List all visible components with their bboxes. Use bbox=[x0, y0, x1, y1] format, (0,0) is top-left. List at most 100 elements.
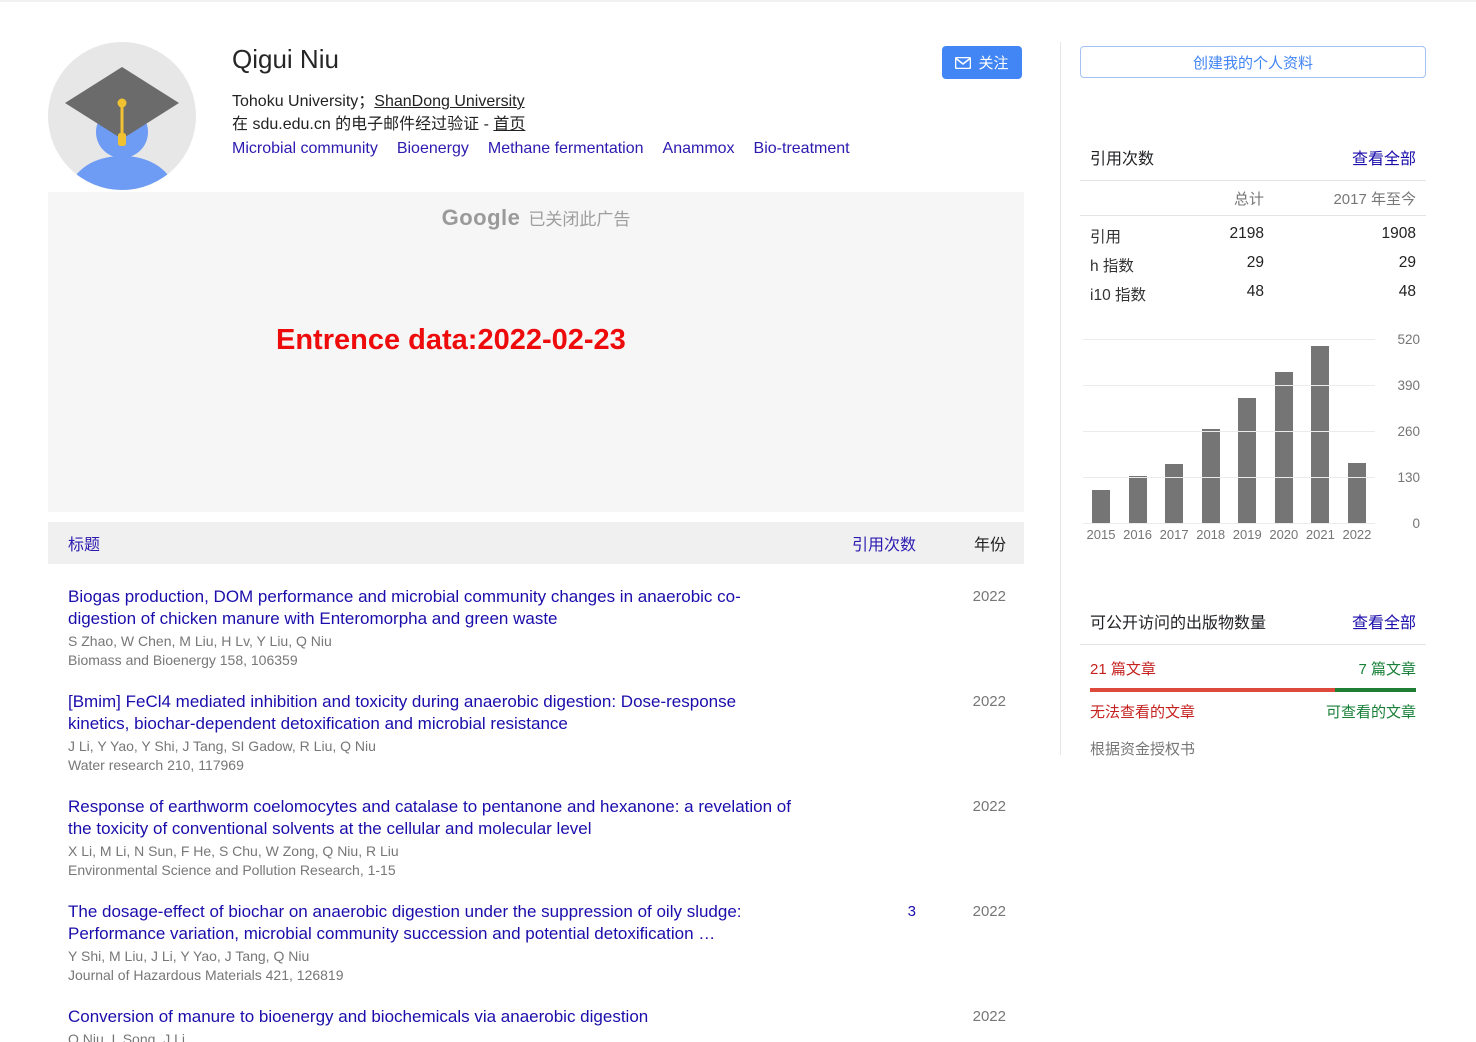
metric-label: h 指数 bbox=[1090, 254, 1174, 276]
cited-by-row-i10-index: i10 指数 48 48 bbox=[1090, 280, 1416, 309]
publication-row: Response of earthworm coelomocytes and c… bbox=[48, 796, 1024, 879]
google-logo: Google bbox=[442, 205, 521, 230]
chart-bar-2019[interactable] bbox=[1238, 398, 1256, 524]
publication-citations-link[interactable]: 3 bbox=[816, 901, 916, 920]
publication-year: 2022 bbox=[916, 1006, 1024, 1025]
publication-year: 2022 bbox=[916, 901, 1024, 920]
sort-by-citations-header[interactable]: 引用次数 bbox=[816, 531, 916, 555]
affiliation-text: Tohoku University； bbox=[232, 93, 374, 110]
chart-bar-2017[interactable] bbox=[1165, 464, 1183, 524]
chart-x-tick-label: 2015 bbox=[1083, 527, 1119, 542]
entrance-date-overlay: Entrence data:2022-02-23 bbox=[276, 324, 626, 357]
cited-by-view-all-link[interactable]: 查看全部 bbox=[1352, 145, 1416, 169]
chart-x-tick-label: 2019 bbox=[1229, 527, 1265, 542]
publications-table-header: 标题 引用次数 年份 bbox=[48, 522, 1024, 564]
publication-venue: Water research 210, 117969 bbox=[68, 757, 796, 775]
public-access-progress-bar bbox=[1090, 688, 1416, 692]
vertical-divider bbox=[1060, 42, 1061, 755]
interest-link-bioenergy[interactable]: Bioenergy bbox=[397, 140, 469, 158]
publication-citations-link[interactable] bbox=[816, 1006, 916, 1008]
chart-gridline bbox=[1083, 385, 1375, 386]
publication-title-link[interactable]: Response of earthworm coelomocytes and c… bbox=[68, 797, 791, 838]
publication-title-link[interactable]: Conversion of manure to bioenergy and bi… bbox=[68, 1007, 648, 1026]
publication-authors: Y Shi, M Liu, J Li, Y Yao, J Tang, Q Niu bbox=[68, 948, 796, 966]
metric-total: 29 bbox=[1174, 254, 1264, 276]
available-articles-count-link[interactable]: 7 篇文章 bbox=[1358, 658, 1416, 679]
publication-authors: Q Niu, L Song, J Li bbox=[68, 1031, 796, 1042]
interest-link-microbial-community[interactable]: Microbial community bbox=[232, 140, 378, 158]
follow-button[interactable]: 关注 bbox=[942, 46, 1022, 79]
ad-header: Google 已关闭此广告 bbox=[48, 205, 1024, 231]
envelope-icon bbox=[955, 57, 971, 69]
publication-year: 2022 bbox=[916, 691, 1024, 710]
avatar[interactable] bbox=[48, 42, 196, 190]
publication-citations-link[interactable] bbox=[816, 796, 916, 798]
metric-label: 引用 bbox=[1090, 225, 1174, 247]
chart-bar-2016[interactable] bbox=[1129, 476, 1147, 524]
publication-venue: Biomass and Bioenergy 158, 106359 bbox=[68, 652, 796, 670]
publication-authors: S Zhao, W Chen, M Liu, H Lv, Y Liu, Q Ni… bbox=[68, 633, 796, 651]
publication-row: [Bmim] FeCl4 mediated inhibition and tox… bbox=[48, 691, 1024, 774]
chart-y-axis-labels: 0130260390520 bbox=[1384, 340, 1420, 524]
cited-by-title[interactable]: 引用次数 bbox=[1090, 145, 1154, 169]
graduate-avatar-icon bbox=[48, 42, 196, 190]
publication-year: 2022 bbox=[916, 586, 1024, 605]
publication-title-link[interactable]: Biogas production, DOM performance and m… bbox=[68, 587, 741, 628]
publication-venue: Environmental Science and Pollution Rese… bbox=[68, 862, 796, 880]
chart-bar-2022[interactable] bbox=[1348, 463, 1366, 524]
publication-title-link[interactable]: The dosage-effect of biochar on anaerobi… bbox=[68, 902, 742, 943]
public-access-view-all-link[interactable]: 查看全部 bbox=[1352, 609, 1416, 633]
sort-by-title-header[interactable]: 标题 bbox=[48, 531, 816, 555]
sort-by-year-header[interactable]: 年份 bbox=[916, 531, 1024, 555]
metric-total: 2198 bbox=[1174, 225, 1264, 247]
publication-year: 2022 bbox=[916, 796, 1024, 815]
chart-y-tick-label: 130 bbox=[1397, 469, 1420, 487]
metric-label: i10 指数 bbox=[1090, 283, 1174, 305]
metric-total: 48 bbox=[1174, 283, 1264, 305]
chart-y-tick-label: 260 bbox=[1397, 423, 1420, 441]
public-access-title: 可公开访问的出版物数量 bbox=[1090, 609, 1266, 633]
ad-placeholder: Google 已关闭此广告 Entrence data:2022-02-23 bbox=[48, 192, 1024, 512]
chart-y-tick-label: 520 bbox=[1397, 331, 1420, 349]
interests-row: Microbial community Bioenergy Methane fe… bbox=[232, 140, 850, 158]
interest-link-bio-treatment[interactable]: Bio-treatment bbox=[754, 140, 850, 158]
chart-bar-2021[interactable] bbox=[1311, 346, 1329, 524]
verified-email-line: 在 sdu.edu.cn 的电子邮件经过验证 - 首页 bbox=[232, 110, 525, 134]
cited-by-row-h-index: h 指数 29 29 bbox=[1090, 251, 1416, 280]
chart-y-tick-label: 390 bbox=[1397, 377, 1420, 395]
chart-bar-2015[interactable] bbox=[1092, 490, 1110, 524]
publication-citations-link[interactable] bbox=[816, 691, 916, 693]
homepage-link[interactable]: 首页 bbox=[493, 116, 525, 133]
publication-row: The dosage-effect of biochar on anaerobi… bbox=[48, 901, 1024, 984]
publications-list: Biogas production, DOM performance and m… bbox=[48, 564, 1024, 1042]
citations-chart-plot bbox=[1083, 340, 1375, 524]
public-access-bar-unavailable bbox=[1090, 688, 1335, 692]
chart-x-tick-label: 2018 bbox=[1193, 527, 1229, 542]
affiliation-line: Tohoku University；ShanDong University bbox=[232, 87, 525, 111]
publication-venue: Journal of Hazardous Materials 421, 1268… bbox=[68, 967, 796, 985]
cited-by-widget: 引用次数 查看全部 总计 2017 年至今 引用 2198 1908 h 指数 … bbox=[1080, 135, 1426, 309]
affiliation-link[interactable]: ShanDong University bbox=[374, 93, 524, 110]
chart-y-tick-label: 0 bbox=[1412, 515, 1420, 533]
verified-email-text: 在 sdu.edu.cn 的电子邮件经过验证 - bbox=[232, 116, 493, 133]
publication-title-link[interactable]: [Bmim] FeCl4 mediated inhibition and tox… bbox=[68, 692, 736, 733]
chart-bar-2020[interactable] bbox=[1275, 372, 1293, 524]
page-title: Qigui Niu bbox=[232, 44, 339, 75]
public-access-widget: 可公开访问的出版物数量 查看全部 21 篇文章 7 篇文章 无法查看的文章 可查… bbox=[1080, 599, 1426, 759]
ad-closed-text: 已关闭此广告 bbox=[528, 210, 630, 229]
interest-link-anammox[interactable]: Anammox bbox=[663, 140, 735, 158]
public-access-bar-available bbox=[1335, 688, 1417, 692]
chart-x-tick-label: 2017 bbox=[1156, 527, 1192, 542]
chart-x-tick-label: 2020 bbox=[1266, 527, 1302, 542]
available-articles-label: 可查看的文章 bbox=[1326, 701, 1416, 722]
publication-row: Biogas production, DOM performance and m… bbox=[48, 586, 1024, 669]
unavailable-articles-count-link[interactable]: 21 篇文章 bbox=[1090, 658, 1156, 679]
metric-since: 48 bbox=[1264, 283, 1416, 305]
publication-authors: J Li, Y Yao, Y Shi, J Tang, SI Gadow, R … bbox=[68, 738, 796, 756]
cited-by-column-headers: 总计 2017 年至今 bbox=[1080, 181, 1426, 215]
citations-chart: 20152016201720182019202020212022 0130260… bbox=[1083, 340, 1423, 555]
publication-citations-link[interactable] bbox=[816, 586, 916, 588]
unavailable-articles-label: 无法查看的文章 bbox=[1090, 701, 1195, 722]
create-profile-button[interactable]: 创建我的个人资料 bbox=[1080, 46, 1426, 78]
interest-link-methane-fermentation[interactable]: Methane fermentation bbox=[488, 140, 644, 158]
